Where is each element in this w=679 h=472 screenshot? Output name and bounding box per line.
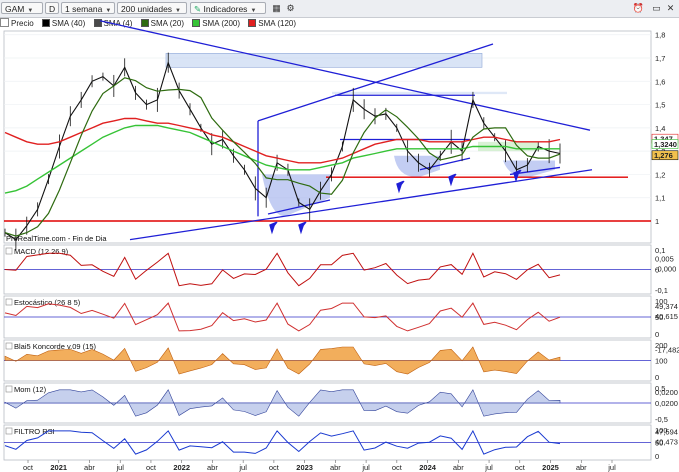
x-tick-label: abr	[330, 463, 341, 472]
panel-y-tick: -0,5	[655, 415, 668, 424]
x-tick-label: 2021	[50, 463, 67, 472]
panel-y-tick: -0,1	[655, 286, 668, 295]
x-tick-label: 2025	[542, 463, 559, 472]
chart-canvas[interactable]: 1,81,71,61,51,41,31,21,111,3471,32401,27…	[0, 0, 679, 472]
panel-last-value-label: -17,482	[655, 346, 679, 355]
panel-y-tick: 100	[655, 357, 668, 366]
last-value-label: 1,3240	[654, 140, 677, 149]
panel-y-tick: 0,0200	[655, 399, 678, 408]
panel-last-value-label: 40,615	[655, 312, 678, 321]
panel-checkbox-icon	[5, 427, 13, 435]
x-tick-label: jul	[361, 463, 370, 472]
panel-last-value-label: 0,0200	[655, 388, 678, 397]
x-tick-label: jul	[238, 463, 247, 472]
panel-label-mom: Mom (12)	[14, 385, 47, 394]
x-tick-label: oct	[515, 463, 526, 472]
panel-checkbox-icon	[5, 298, 13, 306]
last-value-label: 1,276	[654, 151, 673, 160]
panel-last-value-label: 49,374	[655, 302, 678, 311]
panel-last-value-label: 0,005	[655, 255, 674, 264]
panel-y-tick: 0	[655, 330, 659, 339]
panel-checkbox-icon	[5, 247, 13, 255]
x-tick-label: oct	[392, 463, 403, 472]
x-tick-label: 2022	[173, 463, 190, 472]
x-tick-label: jul	[115, 463, 124, 472]
x-tick-label: 2023	[296, 463, 313, 472]
x-tick-label: abr	[84, 463, 95, 472]
price-y-tick: 1,6	[655, 77, 665, 86]
x-tick-label: jul	[607, 463, 616, 472]
price-y-tick: 1,5	[655, 101, 665, 110]
panel-checkbox-icon	[5, 342, 13, 350]
panel-label-stoch: Estocástico (26 8 5)	[14, 298, 81, 307]
x-tick-label: jul	[484, 463, 493, 472]
price-y-tick: 1,4	[655, 124, 665, 133]
x-tick-label: 2024	[419, 463, 437, 472]
panel-y-tick: 0	[655, 452, 659, 461]
zone-top-box	[165, 53, 483, 68]
watermark-text: ProRealTime.com - Fin de Dia	[6, 234, 107, 243]
panel-checkbox-icon	[5, 385, 13, 393]
price-y-tick: 1	[655, 217, 659, 226]
price-y-tick: 1,7	[655, 54, 665, 63]
price-y-tick: 1,1	[655, 194, 665, 203]
x-tick-label: oct	[269, 463, 280, 472]
price-y-tick: 1,2	[655, 170, 665, 179]
x-tick-label: abr	[207, 463, 218, 472]
panel-label-rsi: FILTRO RSI	[14, 427, 55, 436]
x-tick-label: oct	[146, 463, 157, 472]
price-y-tick: 1,8	[655, 31, 665, 40]
x-tick-label: oct	[23, 463, 34, 472]
panel-last-value-label: -0,000	[655, 265, 676, 274]
panel-last-value-label: 47,594	[655, 428, 678, 437]
panel-y-tick: 0	[655, 373, 659, 382]
panel-label-koncorde: Blai5 Koncorde v.09 (15)	[14, 342, 96, 351]
x-tick-label: abr	[576, 463, 587, 472]
panel-last-value-label: 40,473	[655, 438, 678, 447]
x-tick-label: abr	[453, 463, 464, 472]
